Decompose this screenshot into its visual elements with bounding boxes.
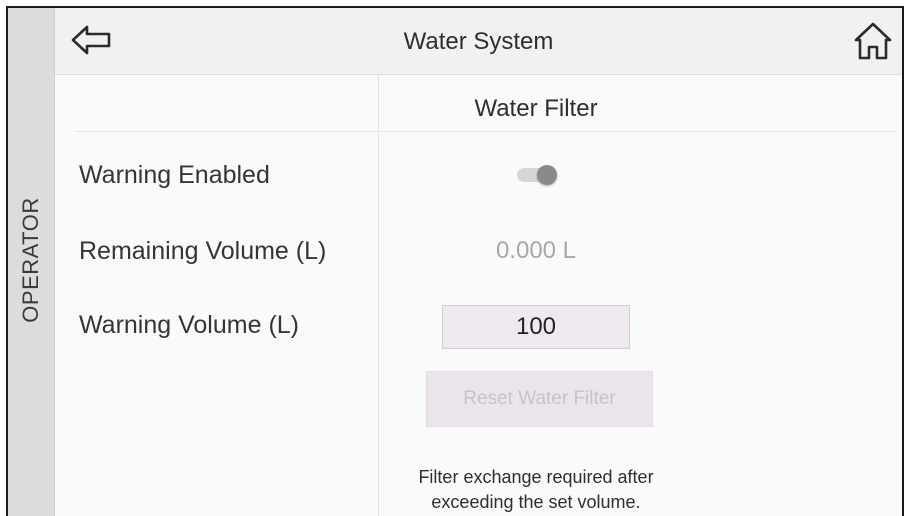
column-divider bbox=[378, 75, 379, 516]
role-label: OPERATOR bbox=[18, 197, 43, 323]
remaining-volume-label: Remaining Volume (L) bbox=[79, 237, 327, 265]
filter-note-line-2: exceeding the set volume. bbox=[431, 492, 641, 512]
app-window: OPERATOR Water System Water Filter Warni… bbox=[6, 6, 904, 516]
remaining-volume-value: 0.000 L bbox=[495, 237, 577, 264]
header-bar: Water System bbox=[55, 8, 902, 75]
filter-note-line-1: Filter exchange required after bbox=[418, 467, 654, 487]
section-divider bbox=[75, 131, 896, 132]
filter-note: Filter exchange required after exceeding… bbox=[379, 465, 693, 515]
section-title: Water Filter bbox=[474, 95, 598, 122]
settings-panel: Water Filter Warning Enabled Remaining V… bbox=[55, 75, 902, 516]
reset-water-filter-button[interactable]: Reset Water Filter bbox=[426, 371, 653, 427]
warning-volume-label: Warning Volume (L) bbox=[79, 311, 299, 339]
home-outline-icon bbox=[854, 22, 892, 60]
warning-enabled-toggle[interactable] bbox=[517, 165, 557, 185]
toggle-knob bbox=[537, 165, 557, 185]
side-role-tab: OPERATOR bbox=[8, 8, 55, 516]
home-button[interactable] bbox=[850, 18, 896, 64]
warning-volume-input[interactable] bbox=[442, 305, 630, 349]
page-title: Water System bbox=[403, 28, 554, 55]
warning-enabled-label: Warning Enabled bbox=[79, 161, 270, 189]
